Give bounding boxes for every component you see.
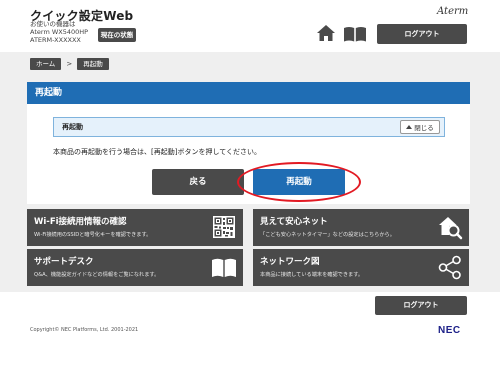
tile-mieteanshin-net[interactable]: 見えて安心ネット 「こども安心ネットタイマー」などの設定はこちらから。 bbox=[253, 209, 469, 246]
tile-description: 本商品に接続している端末を確認できます。 bbox=[260, 272, 364, 278]
book-icon[interactable] bbox=[343, 26, 367, 42]
tile-title: 見えて安心ネット bbox=[260, 217, 328, 227]
page-title-bar: 再起動 bbox=[27, 82, 470, 104]
tile-title: Wi-Fi接続用情報の確認 bbox=[34, 217, 127, 227]
breadcrumb-separator: > bbox=[66, 60, 73, 68]
section-title: 再起動 bbox=[62, 123, 83, 131]
current-status-button[interactable]: 現在の状態 bbox=[98, 28, 136, 42]
restart-button[interactable]: 再起動 bbox=[253, 169, 345, 195]
open-book-icon bbox=[212, 258, 236, 277]
logout-button-bottom[interactable]: ログアウト bbox=[375, 296, 467, 315]
section-header: 再起動 閉じる bbox=[53, 117, 445, 137]
restart-panel: 再起動 閉じる 本商品の再起動を行う場合は、[再起動]ボタンを押してください。 … bbox=[27, 104, 470, 204]
tile-description: 「こども安心ネットタイマー」などの設定はこちらから。 bbox=[260, 232, 395, 238]
instruction-text: 本商品の再起動を行う場合は、[再起動]ボタンを押してください。 bbox=[53, 148, 262, 156]
qr-code-icon bbox=[213, 216, 235, 238]
aterm-logo: Aterm bbox=[437, 6, 469, 17]
copyright: Copyright© NEC Platforms, Ltd. 2001-2021 bbox=[30, 327, 139, 333]
home-icon[interactable] bbox=[316, 24, 336, 42]
page-title: 再起動 bbox=[35, 88, 63, 98]
device-name: ATERM-XXXXXX bbox=[30, 36, 81, 45]
collapse-button[interactable]: 閉じる bbox=[400, 120, 440, 134]
tile-title: ネットワーク図 bbox=[260, 257, 320, 267]
nec-logo: NEC bbox=[438, 325, 461, 336]
header: クイック設定Web お使いの機器は Aterm WX5400HP ATERM-X… bbox=[0, 0, 500, 52]
logout-button-top[interactable]: ログアウト bbox=[377, 24, 467, 44]
device-info: お使いの機器は Aterm WX5400HP ATERM-XXXXXX bbox=[30, 20, 88, 45]
home-search-icon bbox=[439, 217, 463, 240]
tile-description: Q&A、機能設定ガイドなどの情報をご覧になれます。 bbox=[34, 272, 160, 278]
chevron-up-icon bbox=[406, 125, 413, 129]
device-info-line: お使いの機器は bbox=[30, 20, 76, 28]
collapse-label: 閉じる bbox=[414, 124, 434, 132]
device-model: Aterm WX5400HP bbox=[30, 28, 89, 37]
breadcrumb-home[interactable]: ホーム bbox=[30, 58, 62, 70]
breadcrumb-current: 再起動 bbox=[77, 58, 109, 70]
back-button[interactable]: 戻る bbox=[152, 169, 244, 195]
tile-wifi-info[interactable]: Wi-Fi接続用情報の確認 Wi-Fi接続用のSSIDと暗号化キーを確認できます… bbox=[27, 209, 243, 246]
breadcrumb: ホーム > 再起動 bbox=[30, 58, 109, 70]
network-icon bbox=[438, 255, 461, 280]
tile-title: サポートデスク bbox=[34, 257, 94, 267]
tile-network-map[interactable]: ネットワーク図 本商品に接続している端末を確認できます。 bbox=[253, 249, 469, 286]
tile-description: Wi-Fi接続用のSSIDと暗号化キーを確認できます。 bbox=[34, 232, 152, 238]
tile-support-desk[interactable]: サポートデスク Q&A、機能設定ガイドなどの情報をご覧になれます。 bbox=[27, 249, 243, 286]
